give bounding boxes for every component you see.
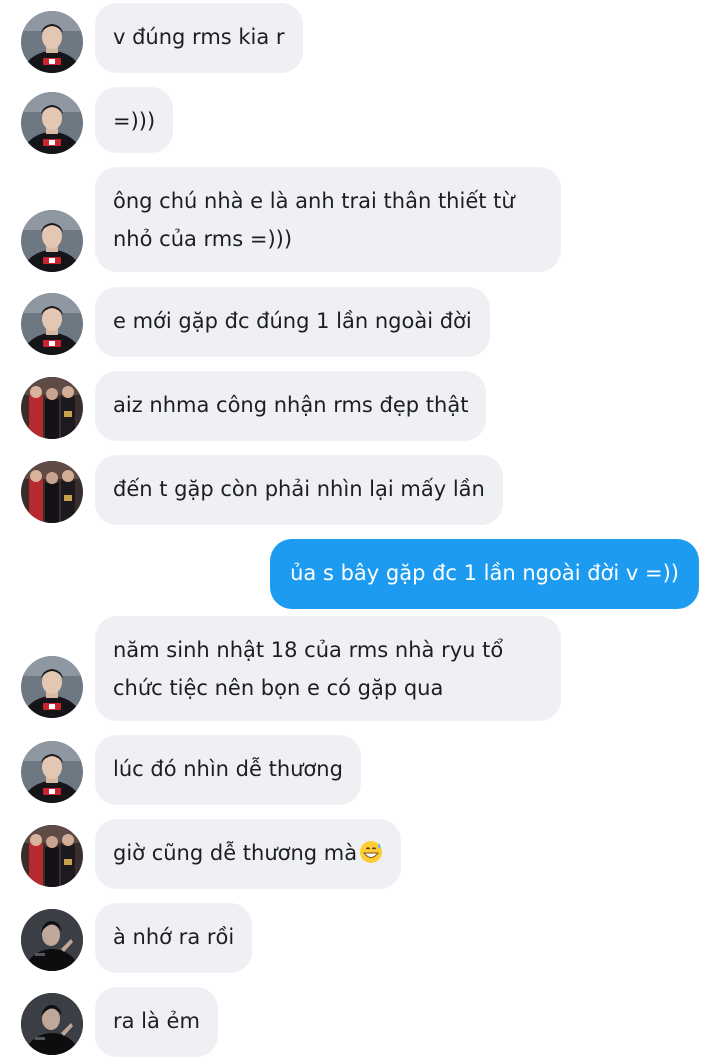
message-text: e mới gặp đc đúng 1 lần ngoài đời — [113, 309, 472, 333]
message-row: lúc đó nhìn dễ thương — [0, 735, 720, 805]
message-text: ủa s bây gặp đc 1 lần ngoài đời v =)) — [290, 561, 679, 585]
message-row: đến t gặp còn phải nhìn lại mấy lần — [0, 455, 720, 525]
avatar-group-photo-icon — [21, 461, 83, 523]
message-row: e mới gặp đc đúng 1 lần ngoài đời — [0, 287, 720, 357]
grinning-sweat-emoji-icon — [360, 841, 383, 863]
message-row: ra là ẻm — [0, 987, 720, 1057]
message-text: nhỏ của rms =))) — [113, 227, 293, 251]
message-bubble[interactable]: v đúng rms kia r — [95, 3, 303, 73]
message-bubble[interactable]: ra là ẻm — [95, 987, 218, 1057]
avatar-group-photo-icon — [21, 377, 83, 439]
message-text: đến t gặp còn phải nhìn lại mấy lần — [113, 477, 485, 501]
message-text: chức tiệc nên bọn e có gặp qua — [113, 676, 444, 700]
message-row: v đúng rms kia r — [0, 3, 720, 73]
message-bubble[interactable]: aiz nhma công nhận rms đẹp thật — [95, 371, 487, 441]
message-text: giờ cũng dễ thương mà — [113, 841, 358, 865]
message-bubble[interactable]: à nhớ ra rồi — [95, 903, 253, 973]
message-bubble[interactable]: năm sinh nhật 18 của rms nhà ryu tổ chức… — [95, 616, 561, 721]
message-bubble[interactable]: =))) — [95, 87, 174, 153]
sender-avatar[interactable] — [21, 825, 83, 887]
sender-avatar[interactable] — [21, 92, 83, 154]
avatar-player-red-jersey-icon — [21, 656, 83, 718]
message-row: =))) — [0, 87, 720, 157]
message-row: à nhớ ra rồi — [0, 903, 720, 973]
avatar-player-red-jersey-icon — [21, 92, 83, 154]
sender-avatar[interactable] — [21, 993, 83, 1055]
message-bubble[interactable]: lúc đó nhìn dễ thương — [95, 735, 361, 805]
avatar-dark-portrait-icon — [21, 993, 83, 1055]
message-text: năm sinh nhật 18 của rms nhà ryu tổ — [113, 638, 504, 662]
sender-avatar[interactable] — [21, 210, 83, 272]
sender-avatar[interactable] — [21, 461, 83, 523]
avatar-dark-portrait-icon — [21, 909, 83, 971]
avatar-player-red-jersey-icon — [21, 210, 83, 272]
message-text: ra là ẻm — [113, 1009, 200, 1033]
message-text: ông chú nhà e là anh trai thân thiết từ — [113, 189, 515, 213]
avatar-player-red-jersey-icon — [21, 741, 83, 803]
message-bubble[interactable]: đến t gặp còn phải nhìn lại mấy lần — [95, 455, 503, 525]
message-text: =))) — [113, 109, 156, 133]
sender-avatar[interactable] — [21, 741, 83, 803]
avatar-group-photo-icon — [21, 825, 83, 887]
sender-avatar[interactable] — [21, 656, 83, 718]
message-row: giờ cũng dễ thương mà — [0, 819, 720, 889]
message-text: v đúng rms kia r — [113, 25, 285, 49]
message-bubble[interactable]: giờ cũng dễ thương mà — [95, 819, 402, 889]
sender-avatar[interactable] — [21, 377, 83, 439]
message-text: lúc đó nhìn dễ thương — [113, 757, 343, 781]
avatar-player-red-jersey-icon — [21, 11, 83, 73]
sender-avatar[interactable] — [21, 11, 83, 73]
message-text: aiz nhma công nhận rms đẹp thật — [113, 393, 469, 417]
message-row: ông chú nhà e là anh trai thân thiết từ … — [0, 167, 720, 272]
message-row: ủa s bây gặp đc 1 lần ngoài đời v =)) — [0, 539, 720, 609]
message-text: à nhớ ra rồi — [113, 925, 235, 949]
sender-avatar[interactable] — [21, 293, 83, 355]
message-bubble-outgoing[interactable]: ủa s bây gặp đc 1 lần ngoài đời v =)) — [270, 539, 699, 609]
sender-avatar[interactable] — [21, 909, 83, 971]
message-row: aiz nhma công nhận rms đẹp thật — [0, 371, 720, 441]
message-bubble[interactable]: e mới gặp đc đúng 1 lần ngoài đời — [95, 287, 490, 357]
message-bubble[interactable]: ông chú nhà e là anh trai thân thiết từ … — [95, 167, 561, 272]
avatar-player-red-jersey-icon — [21, 293, 83, 355]
message-row: năm sinh nhật 18 của rms nhà ryu tổ chức… — [0, 616, 720, 721]
message-line: giờ cũng dễ thương mà — [113, 834, 383, 872]
